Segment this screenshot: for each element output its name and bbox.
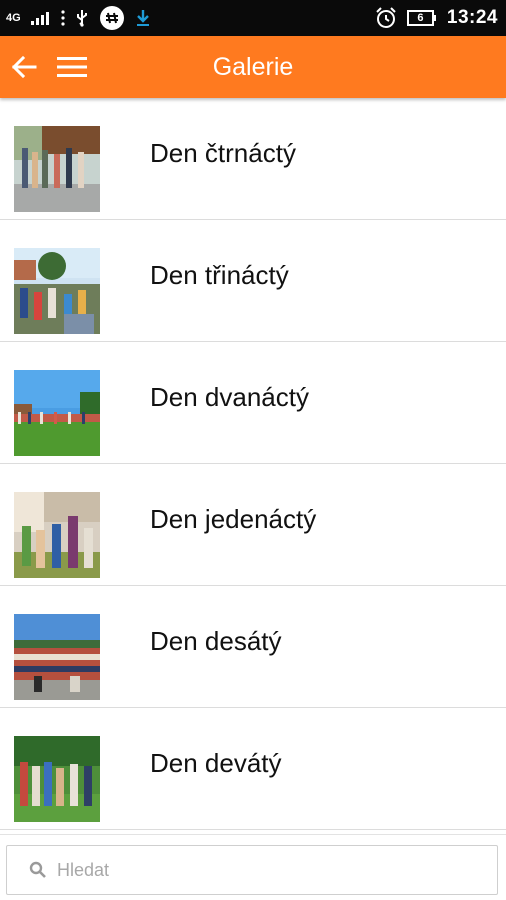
gallery-thumbnail	[14, 614, 100, 700]
gallery-thumbnail	[14, 370, 100, 456]
gallery-item-label: Den třináctý	[150, 260, 289, 290]
status-bar: 4G 6 13:24	[0, 0, 506, 36]
gallery-thumbnail	[14, 736, 100, 822]
status-bar-right: 6 13:24	[375, 7, 498, 29]
gallery-item-den-ctrnacty[interactable]: Den čtrnáctý	[0, 98, 506, 220]
gallery-item-den-dvanacty[interactable]: Den dvanáctý	[0, 342, 506, 464]
gallery-item-label: Den devátý	[150, 748, 282, 778]
gallery-item-den-trinacty[interactable]: Den třináctý	[0, 220, 506, 342]
menu-button[interactable]	[56, 53, 88, 81]
status-bar-left: 4G	[6, 5, 151, 31]
search-icon	[29, 861, 46, 878]
arrow-left-icon	[11, 55, 37, 79]
gallery-item-label: Den jedenáctý	[150, 504, 317, 534]
hamburger-menu-icon	[57, 57, 87, 77]
search-box[interactable]	[6, 845, 498, 895]
gallery-item-den-desaty[interactable]: Den desátý	[0, 586, 506, 708]
gallery-item-label: Den čtrnáctý	[150, 138, 296, 168]
gallery-thumbnail	[14, 248, 100, 334]
gallery-item-den-jedenacty[interactable]: Den jedenáctý	[0, 464, 506, 586]
network-type: 4G	[6, 12, 21, 24]
gallery-thumbnail	[14, 126, 100, 212]
gallery-item-label: Den desátý	[150, 626, 282, 656]
battery-icon: 6	[406, 10, 437, 26]
gallery-list: Den čtrnáctý Den třináctý Den dvanáctý D…	[0, 98, 506, 834]
download-icon	[135, 9, 151, 27]
gallery-item-den-devaty[interactable]: Den devátý	[0, 708, 506, 830]
battery-level: 6	[417, 12, 424, 24]
app-notification-icon	[99, 5, 125, 31]
gallery-item-label: Den dvanáctý	[150, 382, 309, 412]
search-input[interactable]	[55, 858, 459, 882]
more-vertical-icon	[61, 10, 65, 26]
signal-icon	[30, 11, 51, 25]
app-bar: Galerie	[0, 36, 506, 98]
clock: 13:24	[446, 7, 498, 28]
back-button[interactable]	[10, 53, 38, 81]
search-bar	[0, 834, 506, 900]
gallery-thumbnail	[14, 492, 100, 578]
usb-icon	[75, 9, 89, 27]
alarm-icon	[375, 7, 397, 29]
